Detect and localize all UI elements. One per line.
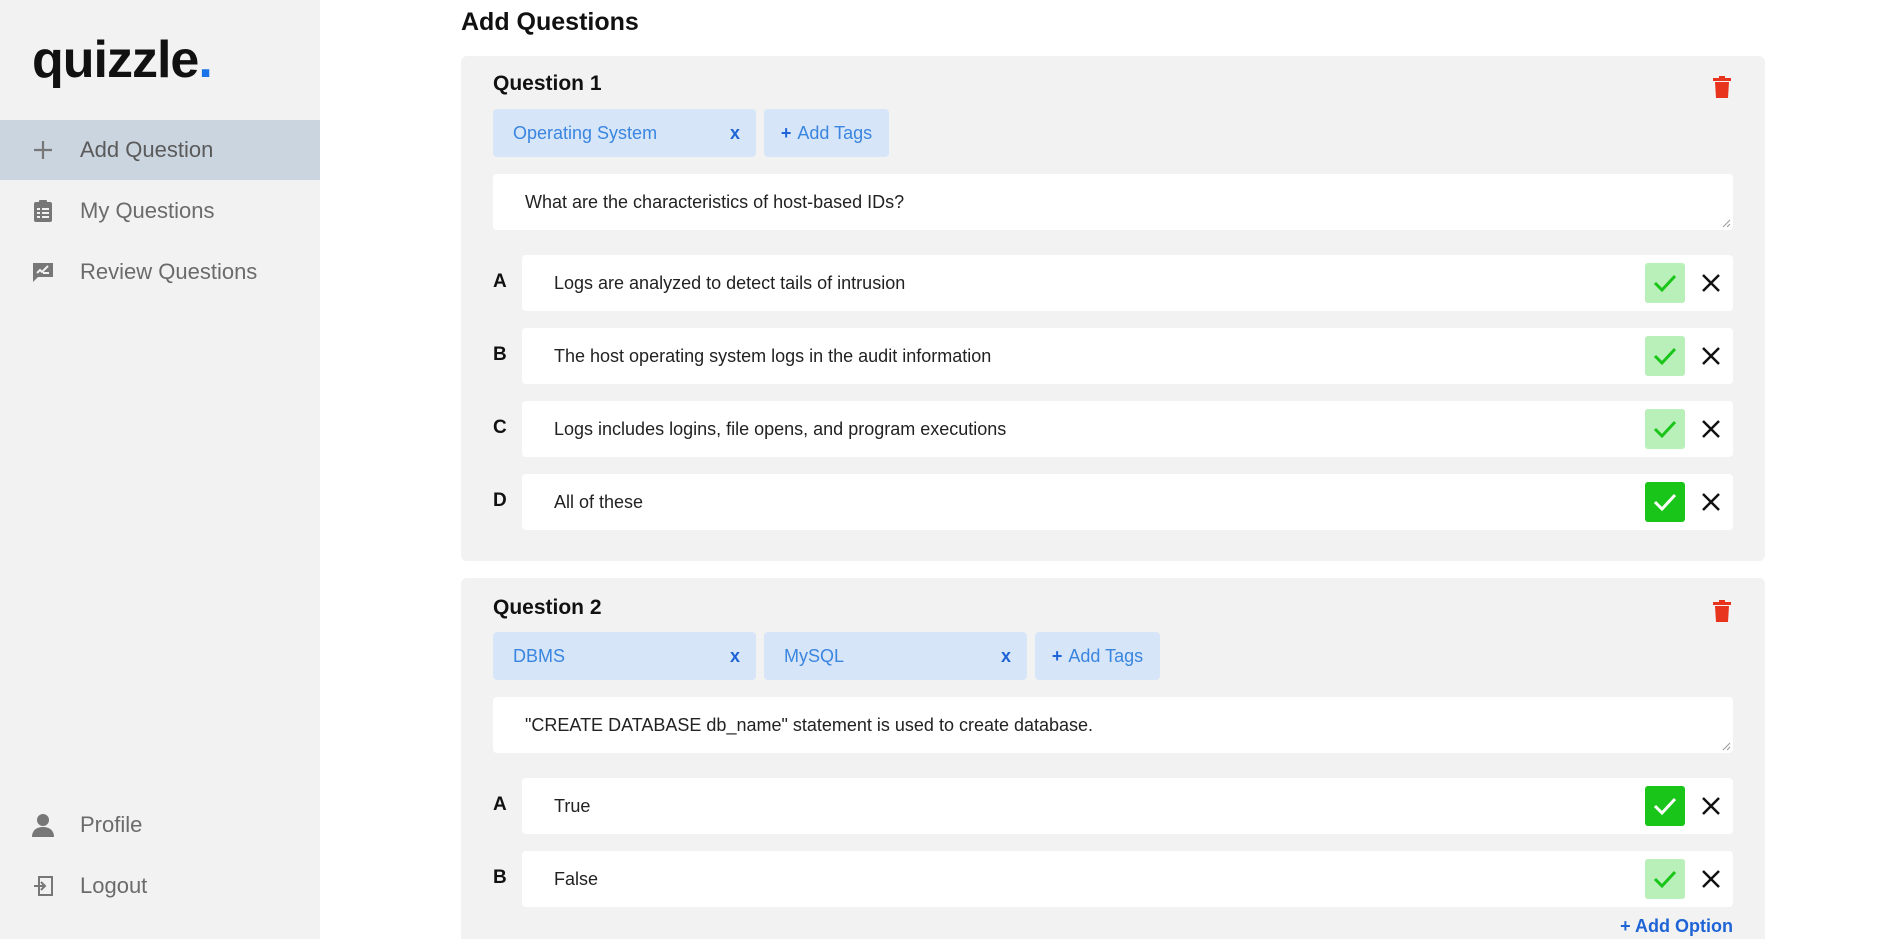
check-icon: [1653, 274, 1677, 293]
option-text-input[interactable]: The host operating system logs in the au…: [554, 328, 991, 384]
tag-chip: DBMS x: [493, 632, 756, 680]
option-letter: B: [493, 344, 507, 365]
plus-icon: [30, 137, 56, 163]
app-logo[interactable]: quizzle.: [32, 30, 213, 90]
add-tags-button[interactable]: + Add Tags: [1035, 632, 1160, 680]
option-row: Logs are analyzed to detect tails of int…: [522, 255, 1733, 311]
remove-option-button[interactable]: [1699, 490, 1723, 514]
trash-icon: [1713, 76, 1731, 98]
sidebar-item-profile[interactable]: Profile: [0, 795, 320, 855]
remove-option-button[interactable]: [1699, 794, 1723, 818]
clipboard-icon: [30, 198, 56, 224]
sidebar-item-label: My Questions: [80, 198, 215, 223]
close-icon: [1702, 493, 1720, 511]
option-letter: B: [493, 867, 507, 888]
logo-text: quizzle: [32, 31, 199, 89]
remove-tag-button[interactable]: x: [730, 646, 740, 667]
option-row: All of these: [522, 474, 1733, 530]
mark-correct-button[interactable]: [1645, 482, 1685, 522]
question-text: "CREATE DATABASE db_name" statement is u…: [525, 714, 1094, 735]
remove-option-button[interactable]: [1699, 271, 1723, 295]
review-icon: [30, 259, 56, 285]
option-text-input[interactable]: Logs includes logins, file opens, and pr…: [554, 401, 1006, 457]
delete-question-button[interactable]: [1713, 600, 1731, 622]
add-tags-label: Add Tags: [797, 122, 873, 143]
add-option-button[interactable]: + Add Option: [1620, 916, 1733, 937]
option-text-input[interactable]: True: [554, 778, 590, 834]
question-text-input[interactable]: What are the characteristics of host-bas…: [493, 174, 1733, 230]
close-icon: [1702, 870, 1720, 888]
remove-option-button[interactable]: [1699, 344, 1723, 368]
option-row: True: [522, 778, 1733, 834]
question-card: Question 1 Operating System x + Add Tags …: [461, 56, 1765, 561]
add-tags-label: Add Tags: [1068, 645, 1144, 666]
option-text-input[interactable]: Logs are analyzed to detect tails of int…: [554, 255, 905, 311]
sidebar-item-label: Profile: [80, 812, 143, 837]
option-letter: D: [493, 490, 507, 511]
check-icon: [1653, 870, 1677, 889]
question-card: Question 2 DBMS x MySQL x + Add Tags "CRE…: [461, 578, 1765, 939]
question-text-input[interactable]: "CREATE DATABASE db_name" statement is u…: [493, 697, 1733, 753]
tag-label: Operating System: [513, 122, 658, 143]
check-icon: [1653, 797, 1677, 816]
mark-correct-button[interactable]: [1645, 263, 1685, 303]
option-letter: A: [493, 271, 507, 292]
sidebar: quizzle. Add Question My Questions Revie…: [0, 0, 320, 939]
mark-correct-button[interactable]: [1645, 409, 1685, 449]
tag-label: DBMS: [513, 645, 566, 666]
remove-tag-button[interactable]: x: [1001, 646, 1011, 667]
page-title: Add Questions: [461, 8, 639, 36]
logout-icon: [30, 873, 56, 899]
question-title: Question 2: [493, 596, 602, 619]
option-text-input[interactable]: False: [554, 851, 598, 907]
user-icon: [30, 812, 56, 838]
resize-grip-icon[interactable]: [1721, 741, 1731, 751]
resize-grip-icon[interactable]: [1721, 218, 1731, 228]
check-icon: [1653, 493, 1677, 512]
remove-option-button[interactable]: [1699, 867, 1723, 891]
option-text-input[interactable]: All of these: [554, 474, 643, 530]
tag-label: MySQL: [784, 645, 845, 666]
close-icon: [1702, 347, 1720, 365]
tag-chip: Operating System x: [493, 109, 756, 157]
close-icon: [1702, 797, 1720, 815]
question-text: What are the characteristics of host-bas…: [525, 191, 905, 212]
check-icon: [1653, 347, 1677, 366]
option-letter: A: [493, 794, 507, 815]
add-tags-plus: +: [780, 122, 792, 143]
sidebar-item-logout[interactable]: Logout: [0, 856, 320, 916]
option-row: False: [522, 851, 1733, 907]
option-letter: C: [493, 417, 507, 438]
remove-option-button[interactable]: [1699, 417, 1723, 441]
mark-correct-button[interactable]: [1645, 859, 1685, 899]
add-tags-button[interactable]: + Add Tags: [764, 109, 889, 157]
question-title: Question 1: [493, 72, 602, 95]
trash-icon: [1713, 600, 1731, 622]
sidebar-item-label: Logout: [80, 873, 148, 898]
logo-dot: .: [198, 31, 212, 89]
delete-question-button[interactable]: [1713, 76, 1731, 98]
tag-chip: MySQL x: [764, 632, 1027, 680]
mark-correct-button[interactable]: [1645, 336, 1685, 376]
close-icon: [1702, 420, 1720, 438]
check-icon: [1653, 420, 1677, 439]
sidebar-item-label: Review Questions: [80, 259, 258, 284]
remove-tag-button[interactable]: x: [730, 123, 740, 144]
sidebar-item-label: Add Question: [80, 137, 214, 162]
sidebar-item-review-questions[interactable]: Review Questions: [0, 242, 320, 302]
option-row: Logs includes logins, file opens, and pr…: [522, 401, 1733, 457]
option-row: The host operating system logs in the au…: [522, 328, 1733, 384]
close-icon: [1702, 274, 1720, 292]
sidebar-item-my-questions[interactable]: My Questions: [0, 181, 320, 241]
add-tags-plus: +: [1051, 645, 1063, 666]
sidebar-item-add-question[interactable]: Add Question: [0, 120, 320, 180]
mark-correct-button[interactable]: [1645, 786, 1685, 826]
